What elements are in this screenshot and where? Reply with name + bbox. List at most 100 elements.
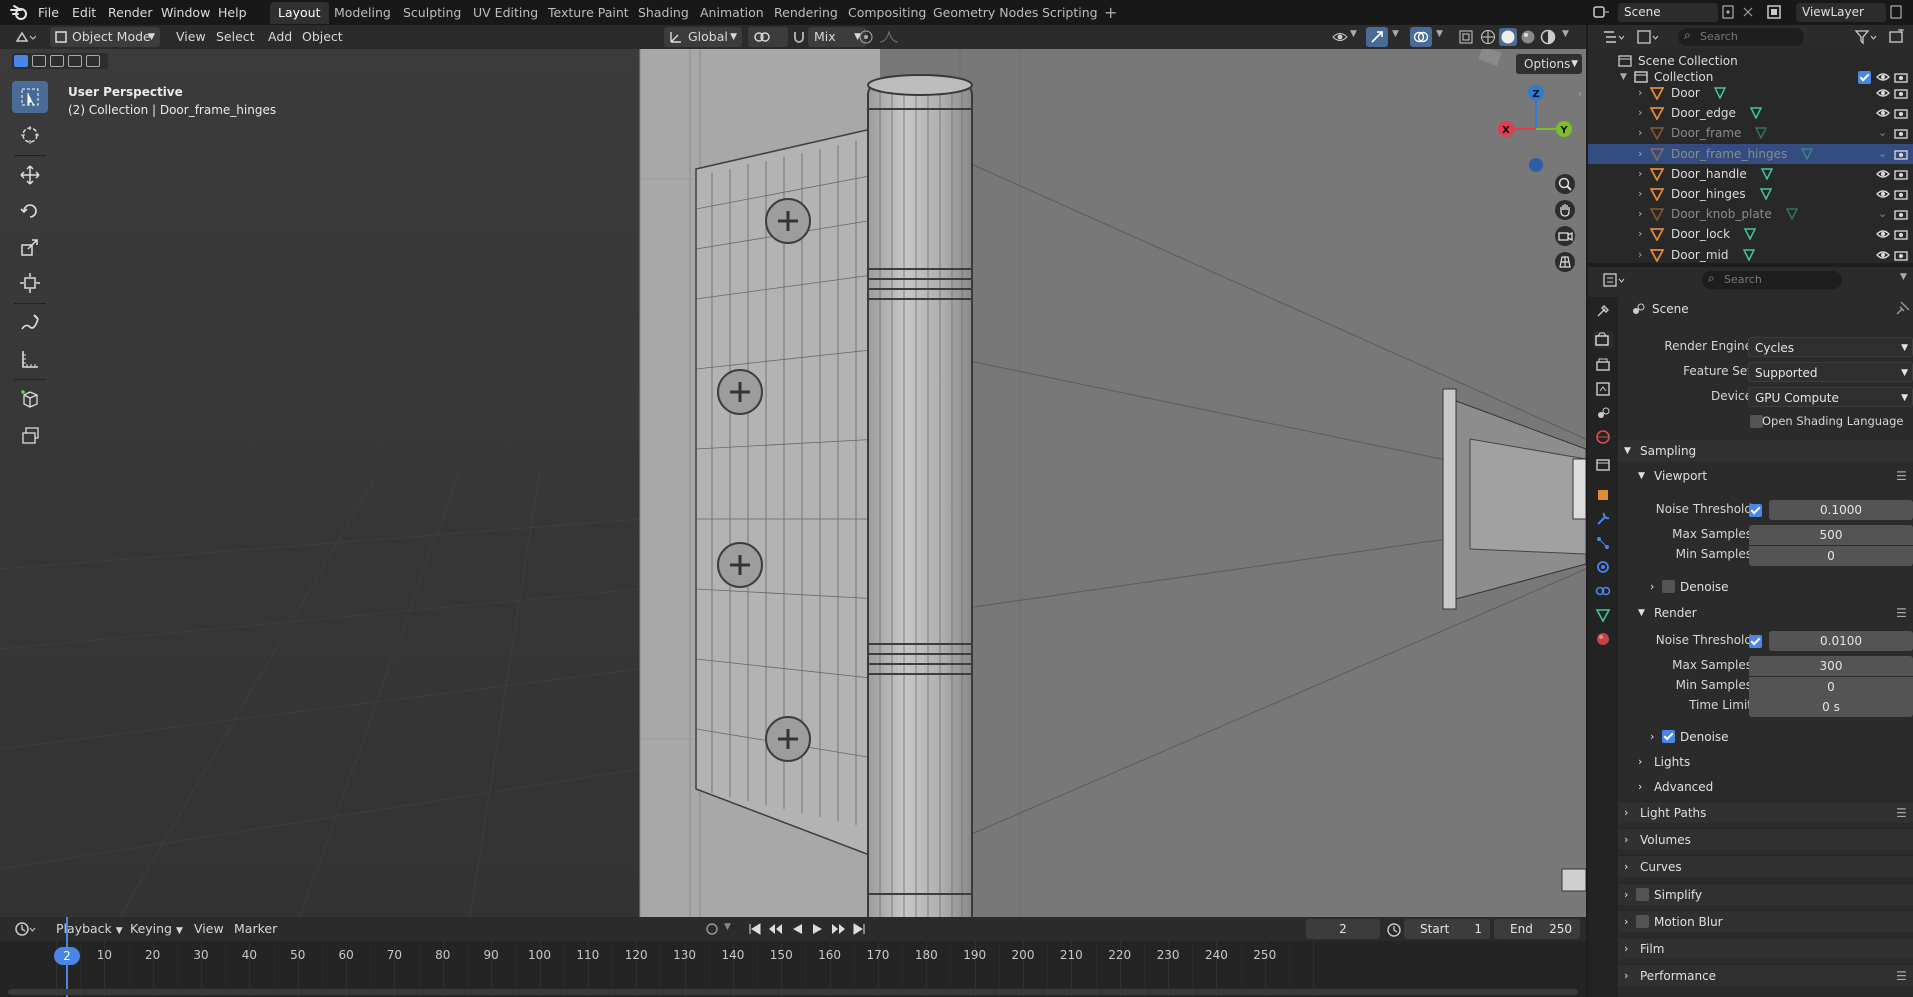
scene-icon[interactable] <box>1592 4 1610 20</box>
camera-icon[interactable] <box>1894 126 1908 140</box>
camera-icon[interactable] <box>1894 147 1908 161</box>
camera-icon[interactable] <box>1894 167 1908 181</box>
transform-orientation-dropdown[interactable]: Global ▼ <box>664 27 742 47</box>
object-tab-icon[interactable] <box>1595 487 1611 503</box>
chevron-down-icon[interactable]: ▼ <box>1436 29 1443 39</box>
render-subpanel-header[interactable]: ▼ Render ☰ <box>1632 602 1913 624</box>
render-denoise-subpanel-header[interactable]: › Denoise <box>1646 726 1913 748</box>
render-max-samples-field[interactable]: 300 <box>1749 656 1913 676</box>
hidden-eye-icon[interactable]: ⌄ <box>1878 123 1887 143</box>
render-denoise-checkbox[interactable] <box>1662 730 1675 743</box>
chevron-down-icon[interactable]: ▼ <box>724 922 731 932</box>
constraints-tab-icon[interactable] <box>1595 583 1611 599</box>
scene-field[interactable]: Scene <box>1618 3 1718 22</box>
camera-view-icon[interactable] <box>1554 225 1576 247</box>
start-frame-field[interactable]: Start 1 <box>1404 919 1490 939</box>
lights-subpanel-header[interactable]: › Lights <box>1632 751 1913 773</box>
chevron-right-icon[interactable]: › <box>1638 224 1642 244</box>
new-view-layer-icon[interactable] <box>1888 4 1904 20</box>
tab-scripting[interactable]: Scripting <box>1034 2 1106 24</box>
physics-tab-icon[interactable] <box>1595 559 1611 575</box>
tab-modeling[interactable]: Modeling <box>326 2 399 24</box>
tab-texture-paint[interactable]: Texture Paint <box>540 2 637 24</box>
menu-edit[interactable]: Edit <box>68 3 100 22</box>
select-box-tool[interactable] <box>12 81 48 113</box>
viewport-denoise-checkbox[interactable] <box>1662 580 1675 593</box>
playhead[interactable]: 2 <box>54 947 80 965</box>
camera-icon[interactable] <box>1894 86 1908 100</box>
mode-dropdown[interactable]: Object Mode ▼ <box>50 27 160 47</box>
blender-logo-icon[interactable] <box>10 4 28 21</box>
neg-z-axis-handle[interactable] <box>1529 158 1543 172</box>
editor-type-icon[interactable] <box>14 29 36 45</box>
extrude-tool[interactable] <box>12 419 48 451</box>
overlays-toggle-button[interactable] <box>1410 27 1432 47</box>
outliner-object-row[interactable]: › Door_edge <box>1588 103 1913 123</box>
render-engine-dropdown[interactable]: Cycles ▼ <box>1748 337 1913 357</box>
material-shading-icon[interactable] <box>1520 29 1536 45</box>
time-limit-field[interactable]: 0 s <box>1749 697 1913 717</box>
output-tab-icon[interactable] <box>1595 357 1611 373</box>
advanced-subpanel-header[interactable]: › Advanced <box>1632 776 1913 798</box>
chevron-right-icon[interactable]: › <box>1638 245 1642 265</box>
falloff-icon[interactable] <box>878 29 900 45</box>
eye-icon[interactable] <box>1876 167 1890 181</box>
outliner-object-row[interactable]: › Door_knob_plate ⌄ <box>1588 204 1913 224</box>
outliner-search-input[interactable]: ⌕ Search <box>1678 28 1804 46</box>
select-new-button[interactable] <box>14 55 28 67</box>
jump-start-icon[interactable] <box>748 922 762 936</box>
panel-header[interactable]: › Volumes <box>1618 828 1913 851</box>
select-invert-button[interactable] <box>68 55 82 67</box>
xray-icon[interactable] <box>1458 29 1474 45</box>
particles-tab-icon[interactable] <box>1595 535 1611 551</box>
select-intersect-button[interactable] <box>86 55 100 67</box>
menu-file[interactable]: File <box>34 3 63 22</box>
tab-layout[interactable]: Layout <box>270 2 329 24</box>
proportional-edit-icon[interactable] <box>858 29 874 45</box>
perspective-toggle-icon[interactable] <box>1554 251 1576 273</box>
menu-object[interactable]: Object <box>296 27 349 47</box>
auto-key-icon[interactable] <box>704 921 720 937</box>
eye-icon[interactable] <box>1876 187 1890 201</box>
rotate-tool[interactable] <box>12 195 48 227</box>
jump-keyframe-back-icon[interactable] <box>768 922 784 936</box>
hidden-eye-icon[interactable]: ⌄ <box>1878 204 1887 224</box>
render-adaptive-checkbox[interactable] <box>1749 635 1762 648</box>
menu-timeline-view[interactable]: View <box>188 919 230 939</box>
view-layer-icon[interactable] <box>1766 4 1784 20</box>
outliner-object-row[interactable]: › Door <box>1588 83 1913 103</box>
tab-shading[interactable]: Shading <box>630 2 697 24</box>
new-scene-icon[interactable] <box>1720 4 1736 20</box>
menu-keying[interactable]: Keying ▼ <box>124 919 189 939</box>
viewport-noise-threshold-field[interactable]: 0.1000 <box>1769 500 1913 520</box>
scene-tab-icon[interactable] <box>1595 405 1611 421</box>
chevron-right-icon[interactable]: › <box>1638 83 1642 103</box>
jump-keyframe-forward-icon[interactable] <box>830 922 846 936</box>
render-min-samples-field[interactable]: 0 <box>1749 677 1913 697</box>
panel-header[interactable]: › Simplify <box>1618 882 1913 905</box>
data-tab-icon[interactable] <box>1595 607 1611 623</box>
gizmo-toggle-button[interactable] <box>1366 27 1388 47</box>
navigation-gizmo[interactable]: Z X Y <box>1496 83 1576 183</box>
tab-rendering[interactable]: Rendering <box>766 2 846 24</box>
solid-shading-icon[interactable] <box>1499 28 1517 46</box>
camera-icon[interactable] <box>1894 248 1908 262</box>
chevron-right-icon[interactable]: › <box>1638 144 1642 164</box>
render-tab-icon[interactable] <box>1593 331 1613 349</box>
camera-icon[interactable] <box>1894 227 1908 241</box>
current-frame-field[interactable]: 2 <box>1306 919 1380 939</box>
viewport-denoise-subpanel-header[interactable]: › Denoise <box>1646 576 1913 598</box>
outliner-object-row[interactable]: › Door_mid <box>1588 245 1913 265</box>
eye-icon[interactable] <box>1876 86 1890 100</box>
tab-uv-editing[interactable]: UV Editing <box>465 2 546 24</box>
list-menu-icon[interactable]: ☰ <box>1896 602 1907 624</box>
viewport-adaptive-checkbox[interactable] <box>1749 504 1762 517</box>
panel-header[interactable]: › Light Paths ☰ <box>1618 801 1913 823</box>
end-frame-field[interactable]: End 250 <box>1494 919 1580 939</box>
device-dropdown[interactable]: GPU Compute ▼ <box>1748 387 1913 407</box>
eye-icon[interactable] <box>1876 227 1890 241</box>
new-collection-icon[interactable] <box>1888 29 1906 45</box>
collection-tab-icon[interactable] <box>1595 457 1611 473</box>
play-reverse-icon[interactable] <box>790 922 804 936</box>
tool-tab-icon[interactable] <box>1595 303 1611 319</box>
